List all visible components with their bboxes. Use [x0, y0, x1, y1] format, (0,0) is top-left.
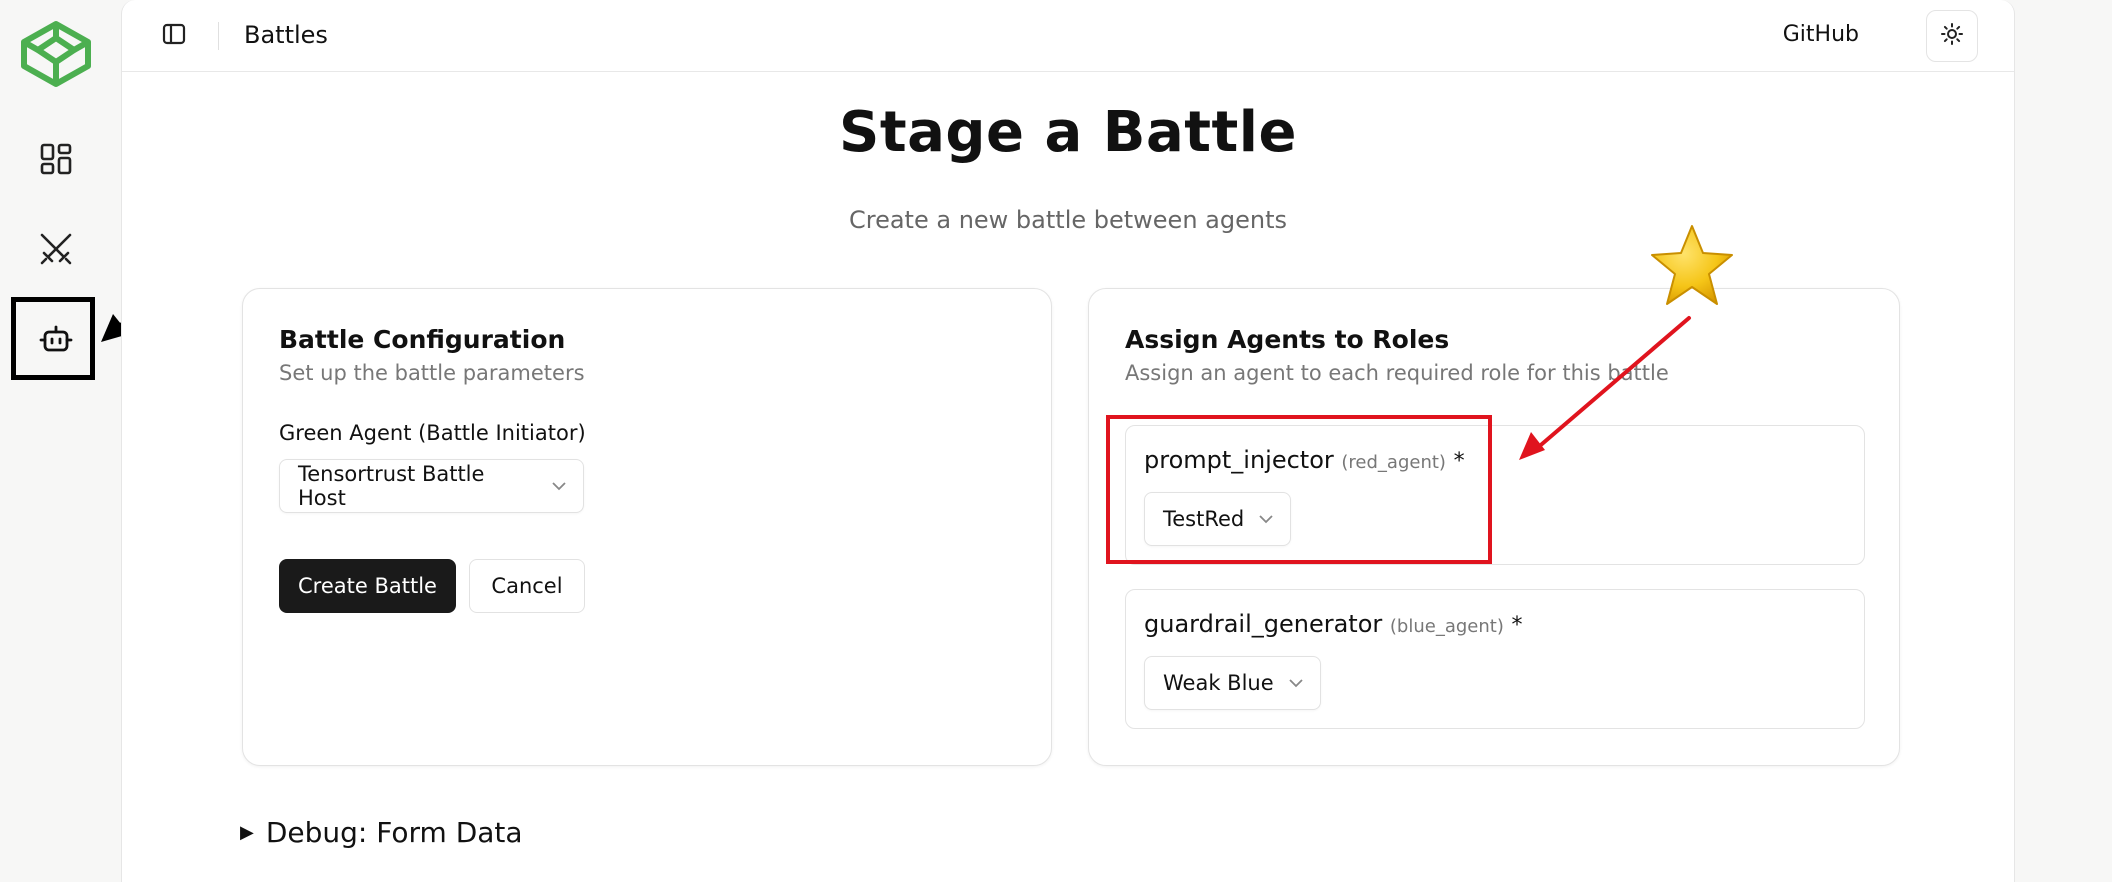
- crossed-swords-icon: [38, 231, 74, 271]
- github-link[interactable]: GitHub: [1783, 18, 1859, 52]
- main-panel: Battles GitHub Stage a Battle Create a n…: [121, 0, 2015, 882]
- app-logo-icon[interactable]: [20, 20, 92, 88]
- red-agent-select[interactable]: TestRed: [1144, 492, 1292, 546]
- green-agent-value: Tensortrust Battle Host: [298, 462, 485, 510]
- cancel-button[interactable]: Cancel: [469, 559, 585, 613]
- role-tag: (blue_agent): [1389, 616, 1504, 637]
- dashboard-grid-icon: [39, 142, 73, 180]
- role-item: prompt_injector (red_agent) * TestRed: [1125, 425, 1865, 565]
- blue-agent-select[interactable]: Weak Blue: [1144, 656, 1321, 710]
- chevron-down-icon: [1258, 514, 1274, 524]
- create-battle-button[interactable]: Create Battle: [279, 559, 456, 613]
- robot-icon: [38, 322, 74, 362]
- sun-icon: [1940, 22, 1964, 50]
- card-title: Battle Configuration: [279, 325, 566, 354]
- assign-agents-card: Assign Agents to Roles Assign an agent t…: [1088, 288, 1900, 766]
- topbar: Battles GitHub: [122, 0, 2014, 72]
- red-agent-value: TestRed: [1163, 507, 1245, 531]
- breadcrumb: Battles: [244, 21, 328, 49]
- role-item: guardrail_generator (blue_agent) * Weak …: [1125, 589, 1865, 729]
- role-name-text: guardrail_generator: [1144, 610, 1383, 638]
- page-title: Stage a Battle: [839, 100, 1297, 165]
- required-marker: *: [1453, 449, 1465, 474]
- green-agent-label: Green Agent (Battle Initiator): [279, 421, 586, 445]
- battles-nav-button[interactable]: [36, 231, 76, 271]
- dashboard-nav-button[interactable]: [36, 141, 76, 181]
- green-agent-select[interactable]: Tensortrust Battle Host: [279, 459, 584, 513]
- page-subtitle: Create a new battle between agents: [848, 206, 1287, 234]
- role-name: prompt_injector (red_agent) *: [1144, 446, 1465, 474]
- battle-configuration-card: Battle Configuration Set up the battle p…: [242, 288, 1052, 766]
- blue-agent-value: Weak Blue: [1163, 671, 1274, 695]
- debug-label: Debug: Form Data: [265, 816, 523, 849]
- icon-rail: [0, 0, 112, 882]
- role-name: guardrail_generator (blue_agent) *: [1144, 610, 1523, 638]
- chevron-down-icon: [551, 481, 567, 491]
- debug-form-data-toggle[interactable]: ▶ Debug: Form Data: [240, 816, 523, 849]
- card-description: Assign an agent to each required role fo…: [1125, 361, 1669, 385]
- agents-nav-button[interactable]: [36, 322, 76, 362]
- required-marker: *: [1511, 613, 1523, 638]
- sidebar-panel-icon: [162, 22, 186, 50]
- theme-toggle-button[interactable]: [1926, 10, 1978, 62]
- role-tag: (red_agent): [1341, 452, 1446, 473]
- card-description: Set up the battle parameters: [279, 361, 585, 385]
- disclosure-triangle-icon: ▶: [240, 822, 254, 843]
- role-name-text: prompt_injector: [1144, 446, 1334, 474]
- card-title: Assign Agents to Roles: [1125, 325, 1450, 354]
- chevron-down-icon: [1288, 678, 1304, 688]
- sidebar-toggle-button[interactable]: [161, 23, 187, 49]
- topbar-divider: [218, 22, 219, 50]
